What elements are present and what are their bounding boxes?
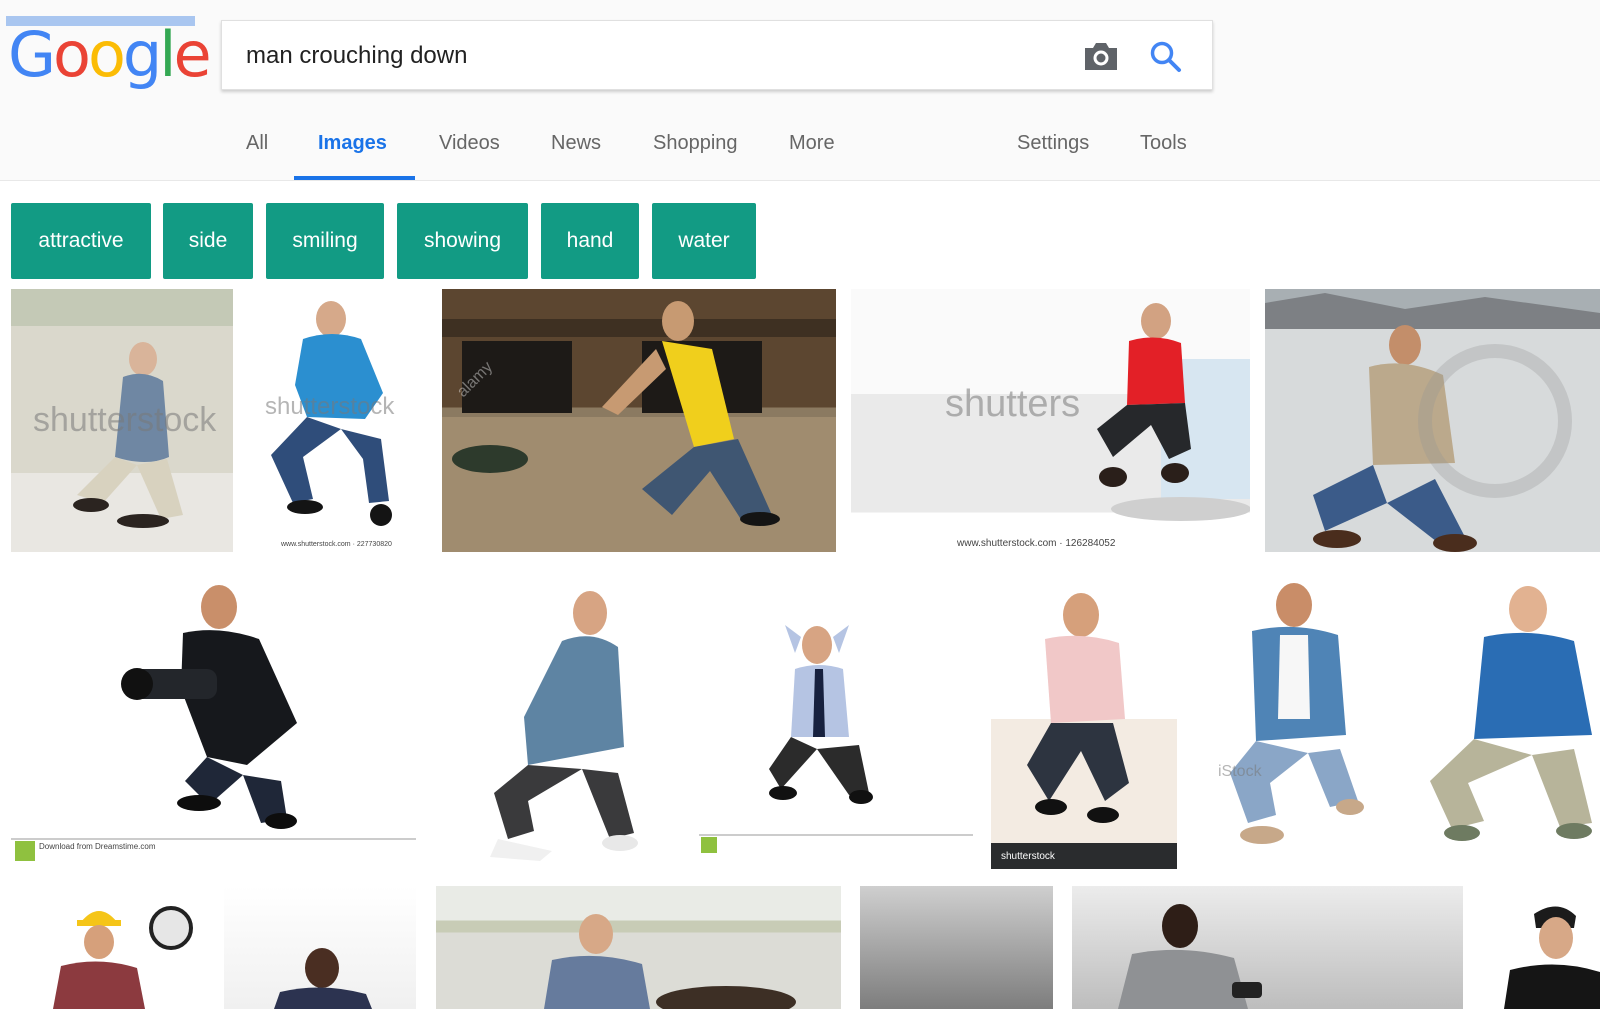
active-tab-indicator (294, 176, 415, 180)
image-result-2[interactable]: shutterstock www.shutterstock.com · 2277… (237, 289, 427, 552)
man-figure (11, 585, 416, 861)
chip-smiling[interactable]: smiling (266, 203, 384, 279)
man-figure (1230, 583, 1364, 844)
image-result-11[interactable] (1424, 569, 1600, 869)
watermark: shutterstock (265, 393, 395, 420)
image-result-8[interactable] (699, 569, 973, 869)
man-figure (274, 948, 372, 1009)
image-result-9[interactable]: shutterstock (991, 569, 1177, 869)
chip-side[interactable]: side (163, 203, 253, 279)
tab-news[interactable]: News (551, 132, 601, 155)
image-result-4[interactable]: shutters www.shutterstock.com · 12628405… (851, 289, 1250, 552)
image-result-10[interactable]: iStock (1190, 569, 1408, 869)
man-figure (1504, 906, 1600, 1009)
camera-icon[interactable] (1082, 39, 1120, 73)
watermark: shutterstock (33, 401, 217, 439)
tab-settings[interactable]: Settings (1017, 132, 1089, 155)
watermark: shutters (945, 383, 1081, 425)
search-icon[interactable] (1147, 38, 1185, 74)
search-tabs: All Images Videos News Shopping More Set… (0, 120, 1600, 181)
image-caption: www.shutterstock.com · 126284052 (957, 538, 1116, 549)
man-figure (1265, 293, 1600, 552)
image-result-17[interactable] (1480, 886, 1600, 1009)
logo-letter-g: G (8, 18, 56, 91)
image-result-7[interactable] (432, 569, 692, 869)
logo-letter-o2: o (87, 18, 126, 91)
logo-letter-g2: g (122, 18, 162, 91)
image-result-3[interactable]: alamy (442, 289, 836, 552)
logo-letter-o1: o (53, 18, 91, 91)
image-caption: www.shutterstock.com · 227730820 (281, 541, 392, 548)
man-figure (1118, 904, 1262, 1009)
watermark: iStock (1218, 763, 1262, 780)
man-figure (490, 591, 638, 861)
image-result-16[interactable] (1072, 886, 1463, 1009)
chip-hand[interactable]: hand (541, 203, 639, 279)
image-result-15[interactable] (860, 886, 1053, 1009)
tab-shopping[interactable]: Shopping (653, 132, 738, 155)
man-figure (1430, 586, 1592, 841)
tab-images[interactable]: Images (318, 132, 387, 155)
tab-videos[interactable]: Videos (439, 132, 500, 155)
image-result-1[interactable]: shutterstock (11, 289, 233, 552)
man-figure (699, 625, 973, 853)
logo-letter-l: l (159, 18, 176, 91)
tab-more[interactable]: More (789, 132, 835, 155)
man-figure (442, 301, 836, 552)
tab-tools[interactable]: Tools (1140, 132, 1187, 155)
image-result-14[interactable] (436, 886, 841, 1009)
image-result-13[interactable] (224, 886, 416, 1009)
tab-all[interactable]: All (246, 132, 268, 155)
man-figure (544, 914, 796, 1009)
image-caption: shutterstock (1001, 851, 1055, 862)
man-figure (53, 906, 193, 1009)
image-result-12[interactable] (11, 886, 218, 1009)
chip-water[interactable]: water (652, 203, 756, 279)
search-box (221, 20, 1213, 90)
header: Google All Images Videos News Shopping M… (0, 0, 1600, 181)
image-result-6[interactable]: Download from Dreamstime.com (11, 569, 416, 869)
chip-showing[interactable]: showing (397, 203, 528, 279)
chip-attractive[interactable]: attractive (11, 203, 151, 279)
google-logo[interactable]: Google (8, 18, 212, 91)
man-figure (991, 593, 1177, 869)
search-input[interactable] (246, 36, 1046, 76)
logo-letter-e: e (173, 18, 212, 91)
image-caption: Download from Dreamstime.com (39, 842, 156, 851)
image-result-5[interactable] (1265, 289, 1600, 552)
